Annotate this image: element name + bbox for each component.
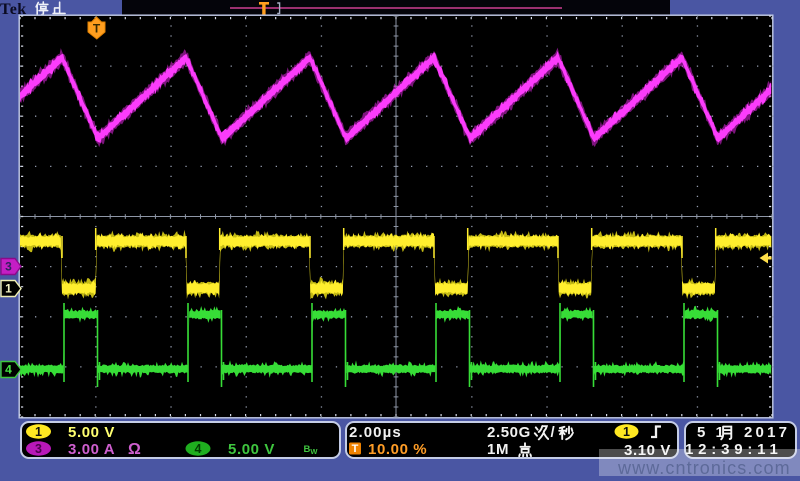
svg-text:1: 1	[35, 425, 42, 439]
svg-text:4: 4	[195, 442, 202, 456]
svg-text:T: T	[352, 443, 359, 455]
svg-text:1: 1	[623, 425, 630, 439]
svg-text:3: 3	[35, 442, 42, 456]
